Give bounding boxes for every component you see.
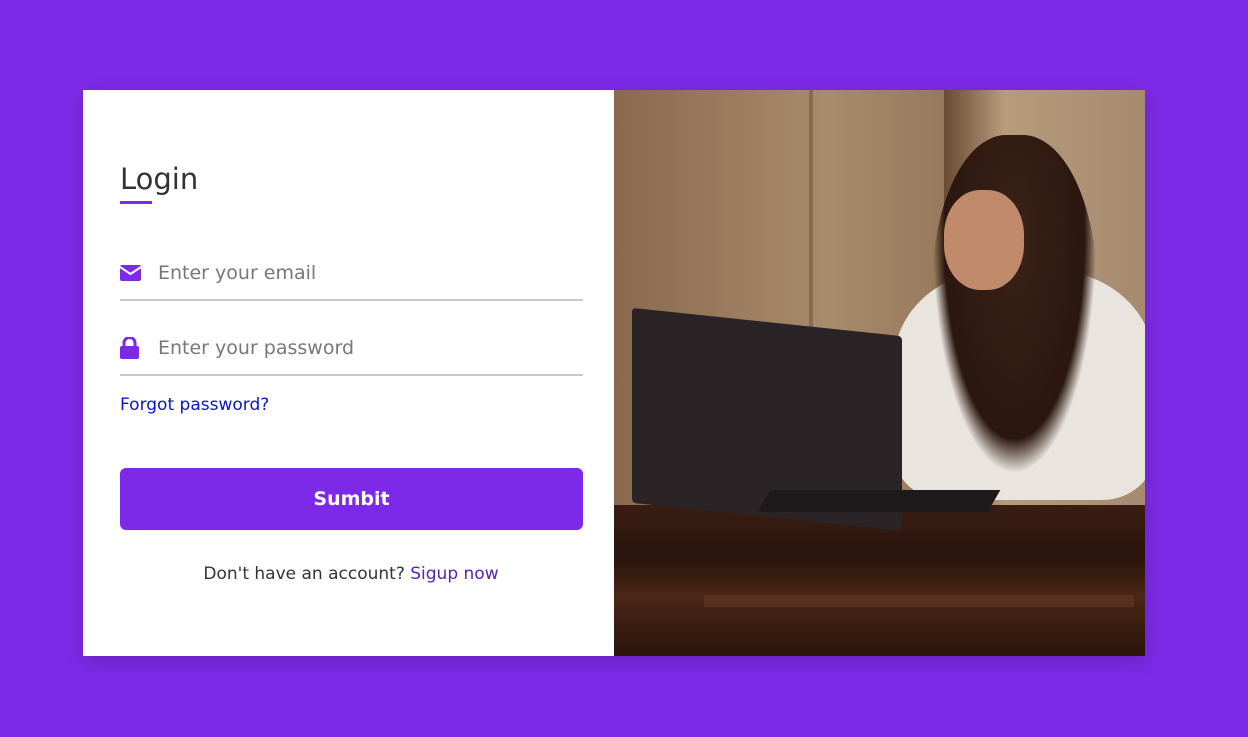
email-input[interactable] — [158, 253, 558, 293]
photo-person-hair — [932, 135, 1097, 475]
login-form-panel: Login Forgot password? Sumbit — [83, 90, 614, 656]
password-field — [120, 322, 583, 376]
photo-door-edge — [809, 90, 813, 340]
photo-laptop-base — [757, 490, 1001, 512]
photo-table-edge — [704, 595, 1134, 607]
signup-line: Don't have an account? Sigup now — [83, 564, 619, 584]
title-underline — [120, 201, 152, 204]
password-input[interactable] — [158, 328, 558, 368]
envelope-icon — [120, 262, 142, 284]
signup-link[interactable]: Sigup now — [410, 564, 498, 584]
lock-icon — [120, 337, 142, 359]
submit-button[interactable]: Sumbit — [120, 468, 583, 530]
hero-photo — [614, 90, 1145, 656]
photo-person-face — [944, 190, 1024, 290]
login-card: Login Forgot password? Sumbit — [83, 90, 1145, 656]
signup-prompt: Don't have an account? — [203, 564, 405, 584]
email-field — [120, 247, 583, 301]
page-title: Login — [120, 162, 199, 196]
forgot-password-link[interactable]: Forgot password? — [120, 395, 269, 415]
